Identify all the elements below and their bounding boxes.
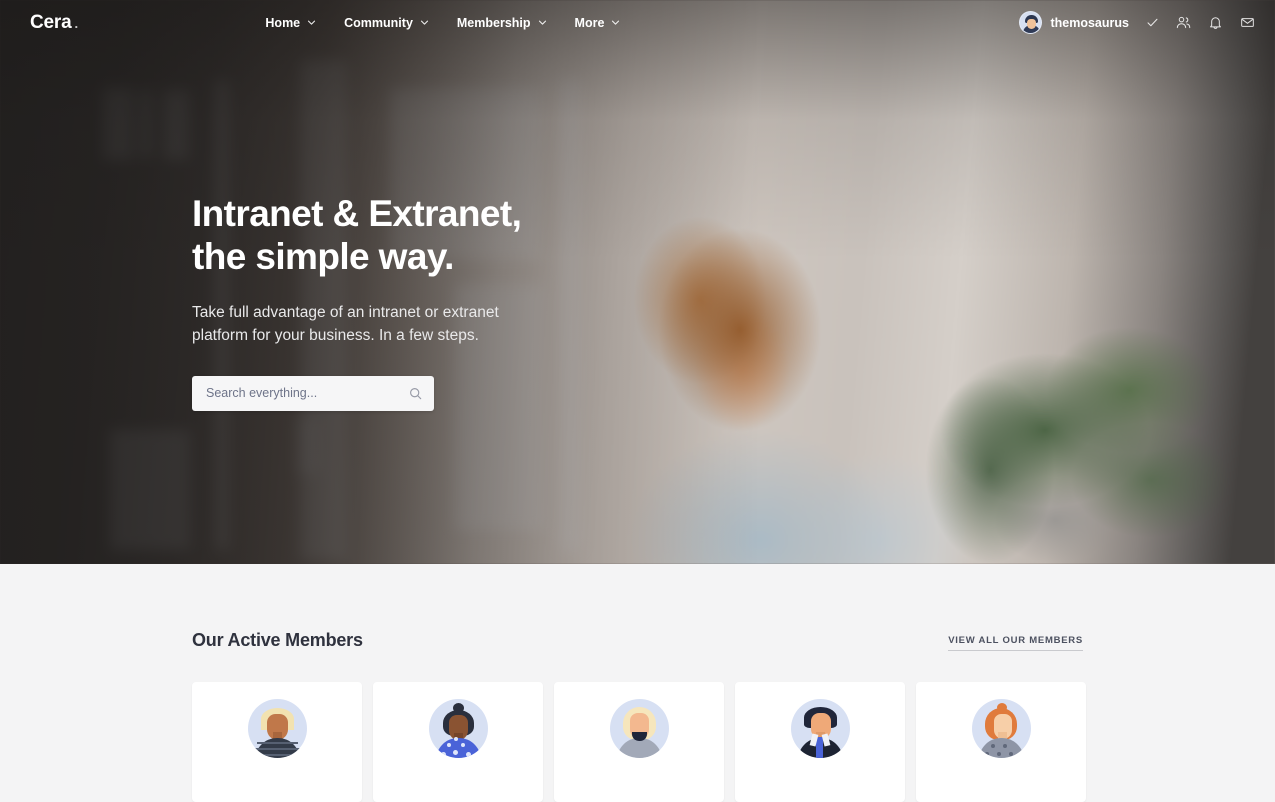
notifications-bell-icon[interactable] — [1208, 15, 1223, 30]
avatar — [1019, 11, 1042, 34]
members-icon[interactable] — [1176, 15, 1191, 30]
nav-item-more[interactable]: More — [575, 16, 621, 30]
nav-item-label: Community — [344, 16, 413, 30]
main-navigation-bar: Cera . Home Community Membership — [0, 0, 1275, 45]
nav-item-home[interactable]: Home — [265, 16, 316, 30]
member-card[interactable] — [192, 682, 362, 802]
dark-haired-woman-bun-polkadot-avatar — [429, 699, 488, 758]
chevron-down-icon — [611, 18, 620, 27]
blonde-woman-grey-top-avatar — [610, 699, 669, 758]
site-logo[interactable]: Cera . — [30, 13, 78, 32]
member-card[interactable] — [554, 682, 724, 802]
member-card[interactable] — [916, 682, 1086, 802]
blond-man-striped-shirt-avatar — [248, 699, 307, 758]
view-all-members-link[interactable]: VIEW ALL OUR MEMBERS — [948, 635, 1083, 651]
red-haired-woman-dotted-top-avatar — [972, 699, 1031, 758]
hero-subtitle: Take full advantage of an intranet or ex… — [192, 301, 712, 348]
active-members-section: Our Active Members VIEW ALL OUR MEMBERS — [0, 564, 1275, 750]
dark-haired-man-suit-tie-avatar — [791, 699, 850, 758]
chevron-down-icon — [538, 18, 547, 27]
logo-text: Cera — [30, 13, 71, 32]
nav-item-label: Home — [265, 16, 300, 30]
hero-section: Cera . Home Community Membership — [0, 0, 1275, 564]
check-icon[interactable] — [1146, 16, 1159, 29]
page-title: Intranet & Extranet, the simple way. — [192, 192, 712, 279]
search-icon[interactable] — [409, 387, 422, 400]
chevron-down-icon — [420, 18, 429, 27]
members-card-list — [192, 682, 1086, 802]
mail-envelope-icon[interactable] — [1240, 15, 1255, 30]
member-card[interactable] — [373, 682, 543, 802]
hero-content: Intranet & Extranet, the simple way. Tak… — [192, 192, 712, 411]
search-bar[interactable] — [192, 376, 434, 411]
user-name-label: themosaurus — [1050, 16, 1129, 30]
members-section-header: Our Active Members VIEW ALL OUR MEMBERS — [192, 630, 1083, 651]
nav-item-membership[interactable]: Membership — [457, 16, 547, 30]
members-section-title: Our Active Members — [192, 630, 363, 651]
member-card[interactable] — [735, 682, 905, 802]
chevron-down-icon — [307, 18, 316, 27]
logo-dot: . — [74, 17, 77, 30]
nav-item-label: Membership — [457, 16, 531, 30]
nav-item-label: More — [575, 16, 605, 30]
nav-right-cluster: themosaurus — [1019, 11, 1255, 34]
nav-item-community[interactable]: Community — [344, 16, 429, 30]
search-input[interactable] — [206, 386, 409, 400]
user-menu[interactable]: themosaurus — [1019, 11, 1129, 34]
nav-menu: Home Community Membership More — [265, 16, 620, 30]
